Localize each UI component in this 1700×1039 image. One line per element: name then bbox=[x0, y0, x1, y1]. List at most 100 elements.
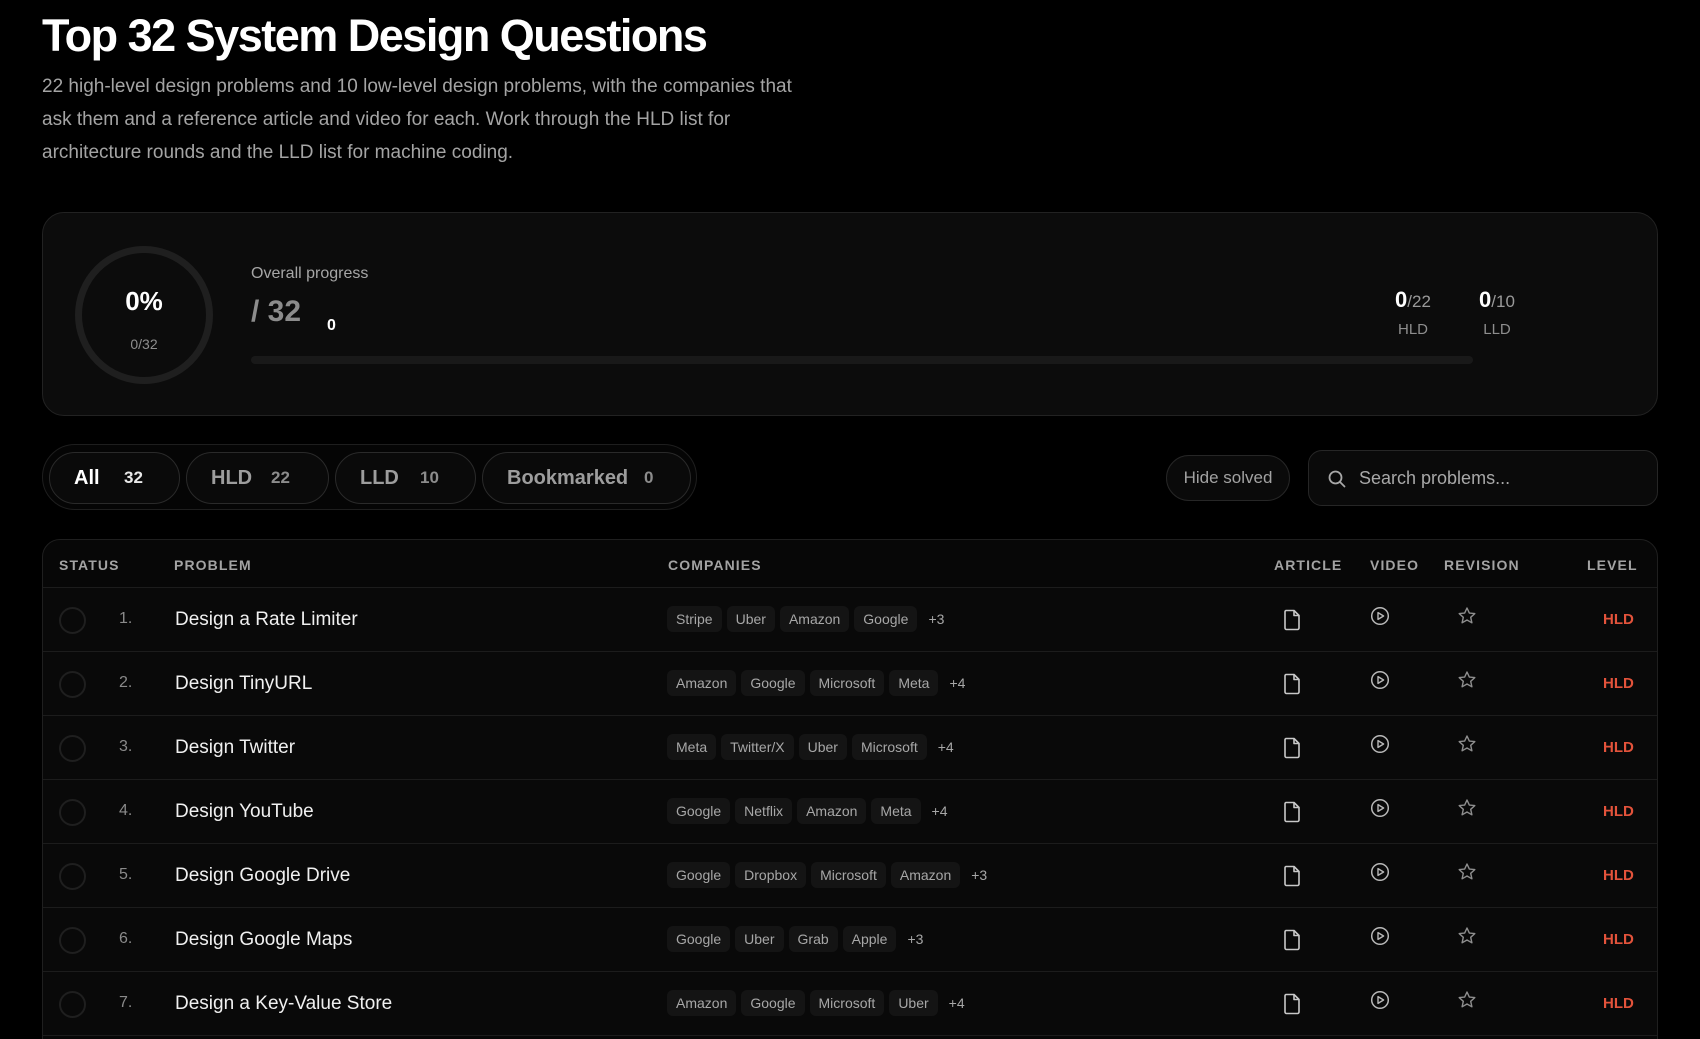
tab-hld-count: 22 bbox=[271, 468, 290, 487]
play-circle-icon[interactable] bbox=[1370, 926, 1390, 951]
table-row[interactable]: 1. Design a Rate Limiter Stripe Uber Amazon G… bbox=[43, 588, 1657, 652]
company-chip: Uber bbox=[889, 990, 938, 1016]
status-checkbox[interactable] bbox=[59, 799, 86, 826]
tab-bookmarked-count: 0 bbox=[644, 468, 654, 487]
company-more[interactable]: +4 bbox=[932, 734, 960, 760]
company-list: Amazon Google Microsoft Meta +4 bbox=[667, 670, 971, 696]
tab-all[interactable]: All 32 bbox=[49, 452, 180, 504]
document-icon[interactable] bbox=[1283, 929, 1301, 956]
progress-ring-percent: 0% bbox=[125, 286, 163, 316]
play-circle-icon[interactable] bbox=[1370, 670, 1390, 695]
company-list: Google Uber Grab Apple +3 bbox=[667, 926, 929, 952]
tab-lld-count: 10 bbox=[420, 468, 439, 487]
level-badge: HLD bbox=[1603, 739, 1634, 756]
lld-stat-label: LLD bbox=[1483, 321, 1511, 338]
document-icon[interactable] bbox=[1283, 737, 1301, 764]
company-list: Amazon Google Microsoft Uber +4 bbox=[667, 990, 971, 1016]
problem-name[interactable]: Design Twitter bbox=[175, 737, 295, 759]
level-badge: HLD bbox=[1603, 803, 1634, 820]
status-checkbox[interactable] bbox=[59, 671, 86, 698]
company-chip: Google bbox=[667, 862, 731, 888]
table-row[interactable]: 4. Design YouTube Google Netflix Amazon Meta +… bbox=[43, 780, 1657, 844]
company-chip: Google bbox=[667, 926, 731, 952]
hide-solved-button[interactable]: Hide solved bbox=[1166, 455, 1290, 501]
company-list: Stripe Uber Amazon Google +3 bbox=[667, 606, 950, 632]
overall-progress-count: 0 / 32 bbox=[251, 295, 336, 334]
header-video: VIDEO bbox=[1370, 557, 1420, 573]
company-more[interactable]: +3 bbox=[922, 606, 950, 632]
problem-number: 7. bbox=[119, 994, 133, 1011]
table-row[interactable]: 2. Design TinyURL Amazon Google Microsoft Met… bbox=[43, 652, 1657, 716]
company-chip: Amazon bbox=[890, 862, 961, 888]
company-chip: Meta bbox=[667, 734, 717, 760]
play-circle-icon[interactable] bbox=[1370, 990, 1390, 1015]
level-badge: HLD bbox=[1603, 931, 1634, 948]
star-icon[interactable] bbox=[1457, 606, 1477, 631]
problem-name[interactable]: Design a Key-Value Store bbox=[175, 993, 392, 1015]
problem-number: 5. bbox=[119, 866, 133, 883]
overall-separator: / bbox=[251, 295, 268, 328]
star-icon[interactable] bbox=[1457, 670, 1477, 695]
play-circle-icon[interactable] bbox=[1370, 606, 1390, 631]
status-checkbox[interactable] bbox=[59, 863, 86, 890]
play-circle-icon[interactable] bbox=[1370, 798, 1390, 823]
tab-hld[interactable]: HLD 22 bbox=[186, 452, 329, 504]
company-more[interactable]: +4 bbox=[943, 670, 971, 696]
document-icon[interactable] bbox=[1283, 993, 1301, 1020]
lld-solved: 0 bbox=[1479, 287, 1492, 312]
tab-bookmarked[interactable]: Bookmarked 0 bbox=[482, 452, 691, 504]
star-icon[interactable] bbox=[1457, 990, 1477, 1015]
hld-stat: 0/22 HLD bbox=[1373, 287, 1453, 338]
document-icon[interactable] bbox=[1283, 673, 1301, 700]
status-checkbox[interactable] bbox=[59, 735, 86, 762]
search-input[interactable] bbox=[1359, 451, 1649, 505]
table-row[interactable]: 7. Design a Key-Value Store Amazon Google Mi… bbox=[43, 972, 1657, 1036]
status-checkbox[interactable] bbox=[59, 607, 86, 634]
status-checkbox[interactable] bbox=[59, 927, 86, 954]
document-icon[interactable] bbox=[1283, 865, 1301, 892]
tab-lld[interactable]: LLD 10 bbox=[335, 452, 476, 504]
company-chip: Apple bbox=[842, 926, 897, 952]
problem-name[interactable]: Design YouTube bbox=[175, 801, 314, 823]
search-box bbox=[1308, 450, 1658, 506]
lld-total: /10 bbox=[1491, 292, 1515, 311]
header-article: ARTICLE bbox=[1274, 557, 1343, 573]
company-list: Google Netflix Amazon Meta +4 bbox=[667, 798, 954, 824]
company-more[interactable]: +3 bbox=[965, 862, 993, 888]
problem-number: 6. bbox=[119, 930, 133, 947]
company-more[interactable]: +4 bbox=[926, 798, 954, 824]
table-header: STATUS PROBLEM COMPANIES ARTICLE VIDEO R… bbox=[43, 540, 1657, 588]
company-more[interactable]: +3 bbox=[901, 926, 929, 952]
document-icon[interactable] bbox=[1283, 609, 1301, 636]
play-circle-icon[interactable] bbox=[1370, 734, 1390, 759]
progress-ring-count: 0/32 bbox=[130, 336, 158, 352]
problem-name[interactable]: Design Google Maps bbox=[175, 929, 352, 951]
document-icon[interactable] bbox=[1283, 801, 1301, 828]
company-chip: Google bbox=[741, 990, 805, 1016]
progress-card: 0% 0/32 Overall progress 0 / 32 0/22 HLD… bbox=[42, 212, 1658, 416]
level-badge: HLD bbox=[1603, 867, 1634, 884]
overall-progress-bar bbox=[251, 356, 1473, 364]
company-more[interactable]: +4 bbox=[943, 990, 971, 1016]
company-chip: Dropbox bbox=[735, 862, 807, 888]
company-chip: Meta bbox=[889, 670, 939, 696]
problem-number: 2. bbox=[119, 674, 133, 691]
star-icon[interactable] bbox=[1457, 734, 1477, 759]
table-row[interactable]: 6. Design Google Maps Google Uber Grab Apple +… bbox=[43, 908, 1657, 972]
tab-lld-label: LLD bbox=[360, 466, 399, 489]
star-icon[interactable] bbox=[1457, 926, 1477, 951]
table-row[interactable]: 3. Design Twitter Meta Twitter/X Uber Microso… bbox=[43, 716, 1657, 780]
lld-stat: 0/10 LLD bbox=[1457, 287, 1537, 338]
status-checkbox[interactable] bbox=[59, 991, 86, 1018]
company-chip: Amazon bbox=[667, 990, 737, 1016]
problem-name[interactable]: Design TinyURL bbox=[175, 673, 312, 695]
tab-bookmarked-label: Bookmarked bbox=[507, 466, 629, 489]
header-status: STATUS bbox=[59, 557, 120, 573]
star-icon[interactable] bbox=[1457, 798, 1477, 823]
problem-name[interactable]: Design a Rate Limiter bbox=[175, 609, 358, 631]
table-row[interactable]: 5. Design Google Drive Google Dropbox Micros… bbox=[43, 844, 1657, 908]
company-chip: Amazon bbox=[667, 670, 737, 696]
play-circle-icon[interactable] bbox=[1370, 862, 1390, 887]
star-icon[interactable] bbox=[1457, 862, 1477, 887]
problem-name[interactable]: Design Google Drive bbox=[175, 865, 350, 887]
